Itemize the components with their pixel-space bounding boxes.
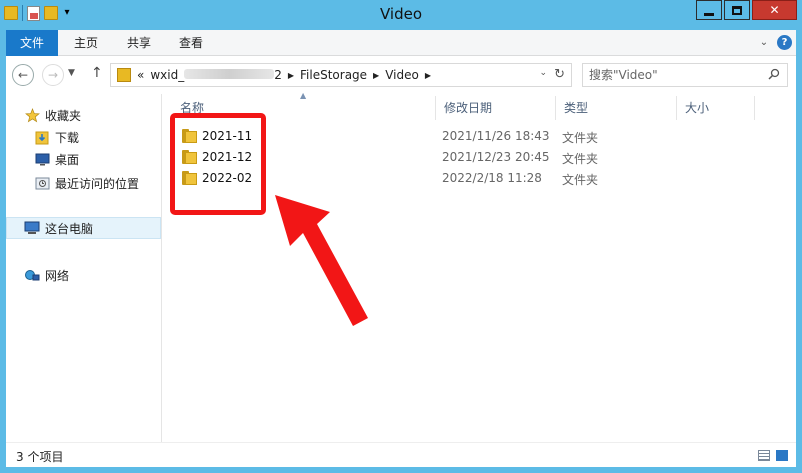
annotation-arrow-icon: [275, 195, 368, 326]
arrow-left-icon: ←: [17, 68, 29, 82]
breadcrumb-item-label: wxid_: [150, 68, 185, 82]
maximize-button[interactable]: [724, 0, 750, 20]
details-view-icon[interactable]: [758, 450, 770, 461]
breadcrumb: « wxid_ 2 ▶ FileStorage ▶ Video ▶: [137, 68, 431, 82]
large-icons-view-icon[interactable]: [776, 450, 788, 461]
minimize-button[interactable]: [696, 0, 722, 20]
file-date: 2021/11/26 18:43: [442, 129, 550, 143]
minimize-icon: [704, 12, 714, 16]
recent-places-icon: [34, 175, 50, 191]
breadcrumb-item-wxid[interactable]: wxid_ 2: [150, 68, 282, 82]
breadcrumb-chevron-icon[interactable]: ▶: [425, 71, 431, 80]
status-bar: 3 个项目: [6, 442, 796, 467]
tab-share[interactable]: 共享: [127, 30, 151, 56]
tab-file[interactable]: 文件: [6, 30, 58, 56]
nav-item-desktop[interactable]: 桌面: [34, 148, 160, 170]
refresh-icon[interactable]: ↻: [554, 67, 565, 82]
star-icon: [24, 107, 40, 123]
ribbon-controls: ⌄ ?: [757, 35, 792, 50]
file-date: 2021/12/23 20:45: [442, 150, 550, 164]
file-date: 2022/2/18 11:28: [442, 171, 542, 185]
address-history-chevron-icon[interactable]: ⌄: [539, 68, 547, 78]
forward-button[interactable]: →: [42, 64, 64, 86]
close-icon: ✕: [769, 3, 780, 17]
column-header-type[interactable]: 类型: [556, 96, 677, 120]
nav-item-label: 网络: [45, 268, 70, 283]
close-button[interactable]: ✕: [752, 0, 797, 20]
search-box[interactable]: [582, 63, 788, 87]
search-input[interactable]: [589, 67, 759, 83]
expand-ribbon-chevron-icon[interactable]: ⌄: [757, 36, 771, 50]
annotation-highlight-box: [170, 113, 266, 215]
nav-item-recent[interactable]: 最近访问的位置: [34, 172, 160, 194]
navigation-pane: 收藏夹 下载 桌面 最近访问的位置 这台电脑 网络: [6, 94, 162, 442]
explorer-window: ▾ Video ✕ 文件 主页 共享 查看 ⌄ ? ← → ▼ ↑ « wxid…: [0, 0, 802, 473]
nav-item-this-pc[interactable]: 这台电脑: [6, 217, 161, 239]
breadcrumb-item-video[interactable]: Video: [385, 68, 419, 82]
window-title: Video: [379, 5, 423, 23]
title-bar: ▾ Video ✕: [0, 0, 802, 30]
help-icon[interactable]: ?: [777, 35, 792, 50]
file-type: 文件夹: [562, 131, 599, 145]
ribbon-tabs: 文件 主页 共享 查看 ⌄ ?: [6, 30, 796, 56]
recent-locations-chevron-icon[interactable]: ▼: [68, 68, 75, 78]
breadcrumb-item-filestorage[interactable]: FileStorage: [300, 68, 367, 82]
breadcrumb-overflow[interactable]: «: [137, 68, 144, 82]
nav-item-label: 下载: [55, 130, 80, 145]
item-count: 3 个项目: [16, 450, 64, 464]
navigation-bar: ← → ▼ ↑ « wxid_ 2 ▶ FileStorage ▶ Video ▶…: [6, 56, 796, 94]
tab-home[interactable]: 主页: [74, 30, 98, 56]
arrow-right-icon: →: [47, 68, 59, 82]
nav-item-network[interactable]: 网络: [24, 264, 160, 286]
search-icon[interactable]: [768, 68, 780, 80]
file-type: 文件夹: [562, 173, 599, 187]
folder-icon: [117, 68, 131, 82]
maximize-icon: [732, 5, 742, 15]
breadcrumb-chevron-icon[interactable]: ▶: [373, 71, 379, 80]
breadcrumb-item-label-tail: 2: [274, 68, 282, 82]
content-area: 收藏夹 下载 桌面 最近访问的位置 这台电脑 网络 ▲ 名称 修改日期 类型 大…: [6, 91, 796, 442]
file-type: 文件夹: [562, 152, 599, 166]
nav-item-favorites[interactable]: 收藏夹: [24, 104, 160, 126]
computer-icon: [24, 220, 40, 236]
nav-item-label: 桌面: [55, 152, 80, 167]
nav-item-label: 这台电脑: [45, 221, 94, 236]
up-button[interactable]: ↑: [91, 65, 103, 81]
window-controls: ✕: [694, 0, 797, 20]
column-header-date[interactable]: 修改日期: [436, 96, 556, 120]
address-bar[interactable]: « wxid_ 2 ▶ FileStorage ▶ Video ▶ ⌄ ↻: [110, 63, 572, 87]
desktop-icon: [34, 151, 50, 167]
nav-item-label: 最近访问的位置: [55, 176, 140, 191]
column-header-size[interactable]: 大小: [677, 96, 755, 120]
redaction-blur: [184, 69, 275, 79]
tab-view[interactable]: 查看: [179, 30, 203, 56]
back-button[interactable]: ←: [12, 64, 34, 86]
arrow-up-icon: ↑: [91, 65, 103, 81]
network-icon: [24, 267, 40, 283]
breadcrumb-chevron-icon[interactable]: ▶: [288, 71, 294, 80]
download-folder-icon: [34, 129, 50, 145]
nav-item-downloads[interactable]: 下载: [34, 126, 160, 148]
nav-item-label: 收藏夹: [45, 108, 82, 123]
